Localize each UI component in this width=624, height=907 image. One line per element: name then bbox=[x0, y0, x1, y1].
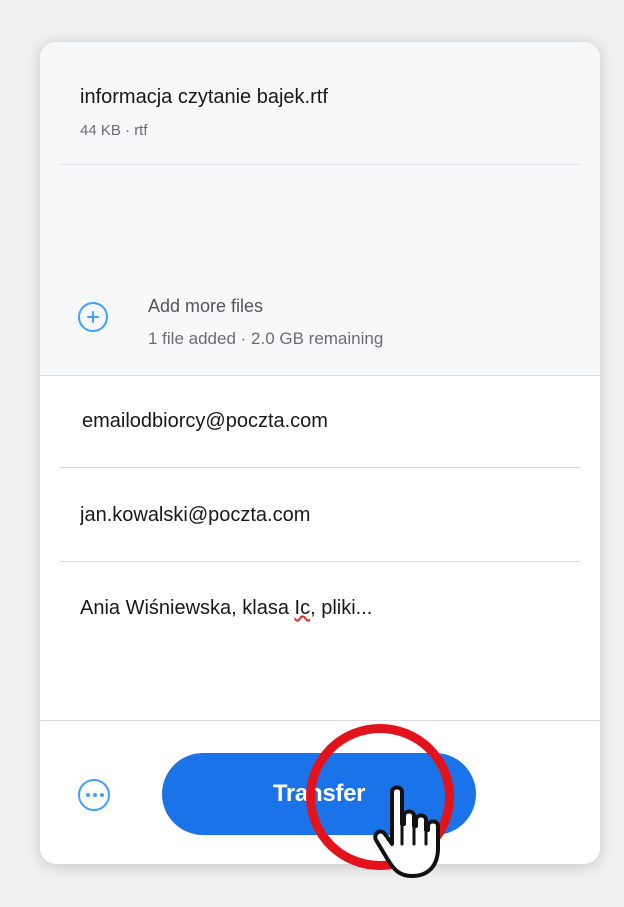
more-options-button[interactable] bbox=[78, 779, 110, 811]
file-meta: 44 KB · rtf bbox=[80, 122, 148, 139]
file-name: informacja czytanie bajek.rtf bbox=[80, 86, 328, 108]
add-files-status: 1 file added · 2.0 GB remaining bbox=[148, 329, 384, 348]
more-options-icon bbox=[86, 793, 104, 797]
panel-footer: Transfer bbox=[40, 720, 600, 864]
plus-circle-icon bbox=[78, 302, 108, 332]
transfer-panel: informacja czytanie bajek.rtf 44 KB · rt… bbox=[40, 42, 600, 864]
file-list-item[interactable]: informacja czytanie bajek.rtf 44 KB · rt… bbox=[60, 42, 580, 165]
add-more-files-button[interactable]: Add more files 1 file added · 2.0 GB rem… bbox=[78, 294, 498, 352]
transfer-button[interactable]: Transfer bbox=[162, 753, 476, 835]
add-files-title: Add more files bbox=[148, 296, 264, 316]
recipient-email-field[interactable] bbox=[60, 376, 580, 468]
sender-email-field[interactable] bbox=[60, 469, 580, 562]
message-field[interactable] bbox=[60, 590, 580, 710]
files-area: informacja czytanie bajek.rtf 44 KB · rt… bbox=[40, 42, 600, 376]
